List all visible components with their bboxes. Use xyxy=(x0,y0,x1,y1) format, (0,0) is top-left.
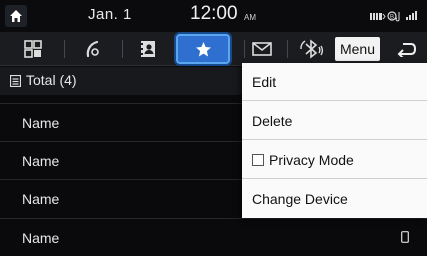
dial-pad-icon xyxy=(24,40,42,58)
contact-name: Name xyxy=(22,115,60,131)
screen: Jan. 1 12:00 AM B Menu Total (4) Name Na… xyxy=(0,0,427,256)
list-item[interactable]: Name xyxy=(0,218,427,256)
menu-item-privacy-mode[interactable]: Privacy Mode xyxy=(242,141,427,179)
bluetooth-settings-icon xyxy=(300,39,324,59)
privacy-mode-checkbox[interactable] xyxy=(252,154,264,166)
list-icon xyxy=(10,75,21,87)
status-bar: Jan. 1 12:00 AM B xyxy=(0,0,427,32)
contact-name: Name xyxy=(22,230,60,246)
svg-text:B: B xyxy=(390,15,394,21)
date-display: Jan. 1 xyxy=(88,6,132,23)
envelope-icon xyxy=(252,42,272,56)
home-button[interactable] xyxy=(5,5,27,27)
options-menu: Edit Delete Privacy Mode Change Device xyxy=(242,63,427,218)
clock-display: 12:00 xyxy=(190,3,238,24)
dial-pad-button[interactable] xyxy=(18,32,48,66)
menu-button[interactable]: Menu xyxy=(335,37,380,61)
star-icon xyxy=(196,42,211,57)
menu-item-change-device[interactable]: Change Device xyxy=(242,180,427,218)
ampm-indicator: AM xyxy=(244,13,256,22)
back-button[interactable] xyxy=(390,32,424,66)
menu-item-delete[interactable]: Delete xyxy=(242,102,427,140)
favorites-tab[interactable] xyxy=(176,34,230,64)
total-count: Total (4) xyxy=(26,72,77,88)
back-arrow-icon xyxy=(397,43,417,57)
bluetooth-settings-button[interactable] xyxy=(296,32,328,66)
menu-item-label: Edit xyxy=(252,74,277,90)
menu-item-label: Delete xyxy=(252,113,293,129)
toolbar-divider xyxy=(122,40,123,58)
toolbar-divider xyxy=(64,40,65,58)
messages-button[interactable] xyxy=(248,32,278,66)
menu-item-label: Privacy Mode xyxy=(269,152,354,168)
contacts-button[interactable] xyxy=(133,32,163,66)
recent-calls-button[interactable] xyxy=(78,32,108,66)
home-icon xyxy=(10,10,22,22)
menu-item-edit[interactable]: Edit xyxy=(242,63,427,101)
contacts-icon xyxy=(141,41,155,57)
toolbar-divider xyxy=(287,40,288,58)
menu-item-label: Change Device xyxy=(252,191,348,207)
contact-name: Name xyxy=(22,153,60,169)
status-indicators-icon: B xyxy=(370,11,417,22)
call-history-icon xyxy=(86,40,99,58)
contact-name: Name xyxy=(22,191,60,207)
toolbar-divider xyxy=(244,40,245,58)
mobile-phone-icon xyxy=(401,231,409,243)
